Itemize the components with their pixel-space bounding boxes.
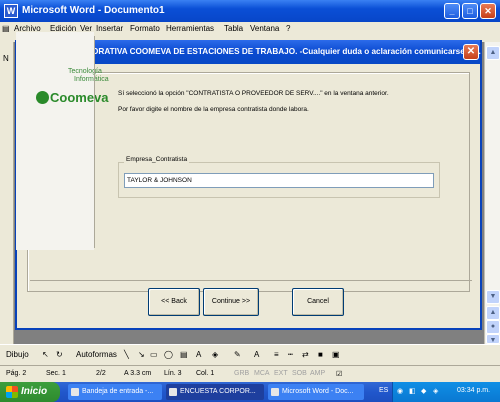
- cancel-button[interactable]: Cancel: [292, 288, 344, 316]
- logo-panel: Tecnología Informática Coomeva: [16, 32, 109, 250]
- spelling-status-icon[interactable]: ☑: [336, 370, 342, 378]
- vertical-scrollbar[interactable]: ▲ ▼ ▲ ● ▼: [484, 42, 500, 344]
- shadow-icon[interactable]: ■: [318, 350, 323, 359]
- next-page-icon[interactable]: ▼: [486, 334, 500, 344]
- instruction-text-2: Por favor digite el nombre de la empresa…: [118, 106, 309, 113]
- arrow-style-icon[interactable]: ⇄: [302, 350, 309, 359]
- continue-button[interactable]: Continue >>: [203, 288, 259, 316]
- close-button[interactable]: ✕: [480, 3, 496, 19]
- menu-insertar[interactable]: Insertar: [96, 24, 123, 33]
- status-section: Sec. 1: [46, 370, 66, 377]
- language-indicator[interactable]: ES: [379, 387, 388, 394]
- task-word-label: Microsoft Word - Doc...: [282, 388, 354, 395]
- form-icon: [169, 388, 177, 396]
- line-color-icon[interactable]: ✎: [234, 350, 241, 359]
- line-icon[interactable]: ╲: [124, 350, 129, 359]
- status-pages: 2/2: [96, 370, 106, 377]
- vertical-divider: [94, 36, 95, 248]
- logo-line1: Tecnología: [68, 68, 102, 75]
- status-col: Col. 1: [196, 370, 215, 377]
- drawing-toolbar: Dibujo ↖ ↻ Autoformas ╲ ↘ ▭ ◯ ▤ A ◈ ✎ A …: [0, 344, 500, 365]
- tray-icon-1[interactable]: ◉: [397, 387, 403, 395]
- rotate-icon[interactable]: ↻: [56, 350, 63, 359]
- scroll-down-icon[interactable]: ▼: [486, 290, 500, 304]
- fill-color-icon[interactable]: ◈: [212, 350, 218, 359]
- status-sob: SOB: [292, 370, 307, 377]
- oval-icon[interactable]: ◯: [164, 350, 173, 359]
- prev-page-icon[interactable]: ▲: [486, 306, 500, 320]
- outlook-icon: [71, 388, 79, 396]
- menu-formato[interactable]: Formato: [130, 24, 160, 33]
- autoformas-menu[interactable]: Autoformas: [76, 350, 117, 359]
- word-window-title: Microsoft Word - Documento1: [22, 5, 165, 16]
- status-page: Pág. 2: [6, 370, 27, 377]
- logo-line2: Informática: [74, 76, 109, 83]
- coomeva-mark-icon: [36, 91, 49, 104]
- dash-style-icon[interactable]: ┅: [288, 350, 293, 359]
- status-line: Lín. 3: [164, 370, 182, 377]
- task-word[interactable]: Microsoft Word - Doc...: [268, 384, 364, 400]
- select-browse-icon[interactable]: ●: [486, 320, 500, 334]
- wordart-icon[interactable]: A: [196, 350, 201, 359]
- arrow-icon[interactable]: ↘: [138, 350, 145, 359]
- status-mca: MCA: [254, 370, 270, 377]
- start-button[interactable]: Inicio: [0, 382, 60, 402]
- status-ext: EXT: [274, 370, 288, 377]
- status-bar: Pág. 2 Sec. 1 2/2 A 3.3 cm Lín. 3 Col. 1…: [0, 365, 500, 382]
- doc-menu-icon[interactable]: ▤: [2, 24, 10, 33]
- start-label: Inicio: [21, 386, 48, 397]
- task-outlook-label: Bandeja de entrada -...: [82, 388, 154, 395]
- dialog-close-icon[interactable]: ✕: [463, 44, 479, 60]
- windows-logo-icon: [6, 386, 18, 398]
- instruction-text-1: Sí seleccionó la opción "CONTRATISTA O P…: [118, 90, 389, 97]
- word-icon: [271, 388, 279, 396]
- menu-help[interactable]: ?: [286, 24, 290, 33]
- menu-tabla[interactable]: Tabla: [224, 24, 243, 33]
- maximize-button[interactable]: □: [462, 3, 478, 19]
- select-objects-icon[interactable]: ↖: [42, 350, 49, 359]
- font-color-icon[interactable]: A: [254, 350, 259, 359]
- ruler-label: N: [3, 54, 9, 63]
- task-encuesta[interactable]: ENCUESTA CORPOR...: [166, 384, 264, 400]
- tray-icon-4[interactable]: ◈: [433, 387, 438, 395]
- word-app-icon: W: [4, 4, 18, 18]
- clock: 03:34 p.m.: [457, 387, 491, 394]
- back-button[interactable]: << Back: [148, 288, 200, 316]
- system-tray: ES ◉ ◧ ◆ ◈ 03:34 p.m.: [379, 382, 500, 402]
- tray-icon-3[interactable]: ◆: [421, 387, 426, 395]
- task-encuesta-label: ENCUESTA CORPOR...: [180, 388, 256, 395]
- rectangle-icon[interactable]: ▭: [150, 350, 158, 359]
- tray-icon-2[interactable]: ◧: [409, 387, 416, 395]
- menu-herramientas[interactable]: Herramientas: [166, 24, 214, 33]
- dibujo-menu[interactable]: Dibujo: [6, 350, 29, 359]
- status-amp: AMP: [310, 370, 326, 377]
- empresa-group-label: Empresa_Contratista: [124, 156, 190, 163]
- 3d-icon[interactable]: ▣: [332, 350, 340, 359]
- menu-ventana[interactable]: Ventana: [250, 24, 279, 33]
- minimize-button[interactable]: _: [444, 3, 460, 19]
- textbox-icon[interactable]: ▤: [180, 350, 188, 359]
- logo-brand: Coomeva: [50, 90, 109, 105]
- status-at: A 3.3 cm: [124, 370, 152, 377]
- word-title-bar: W Microsoft Word - Documento1 _ □ ✕: [0, 0, 500, 22]
- taskbar: Inicio Bandeja de entrada -... ENCUESTA …: [0, 382, 500, 402]
- status-grb: GRB: [234, 370, 250, 377]
- empresa-contratista-input[interactable]: TAYLOR & JOHNSON: [124, 173, 434, 188]
- line-style-icon[interactable]: ≡: [274, 350, 279, 359]
- task-outlook[interactable]: Bandeja de entrada -...: [68, 384, 162, 400]
- scroll-up-icon[interactable]: ▲: [486, 46, 500, 60]
